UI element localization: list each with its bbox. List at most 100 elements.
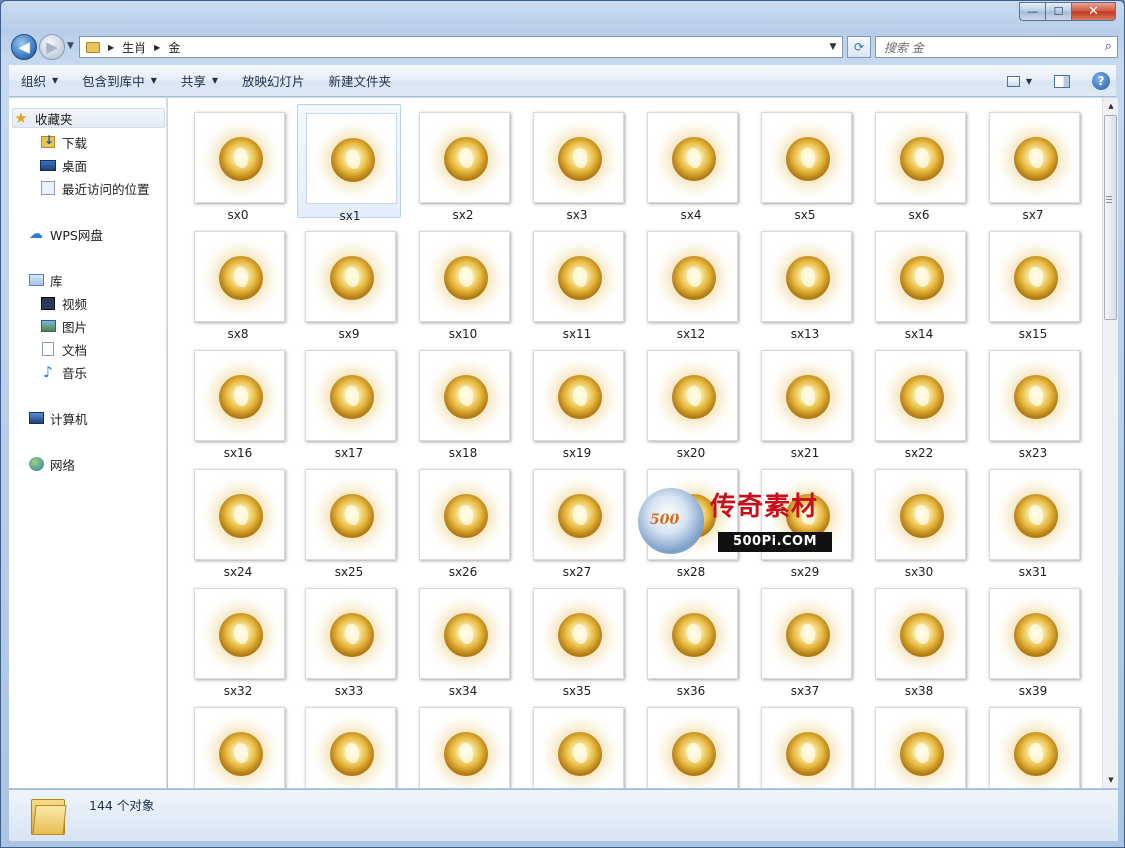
file-item[interactable]: sx19 <box>525 342 629 460</box>
file-item[interactable]: sx16 <box>186 342 290 460</box>
back-button[interactable]: ◀ <box>11 34 37 60</box>
file-item[interactable]: sx17 <box>297 342 401 460</box>
sidebar-item-desktop[interactable]: 桌面 <box>40 155 87 175</box>
scrollbar-thumb[interactable] <box>1104 115 1117 320</box>
file-item[interactable]: sx31 <box>981 461 1085 579</box>
file-thumbnail <box>194 469 285 560</box>
file-item[interactable]: sx0 <box>186 104 290 222</box>
file-item[interactable]: sx26 <box>411 461 515 579</box>
file-item[interactable]: sx33 <box>297 580 401 698</box>
sidebar-item-documents[interactable]: 文档 <box>40 339 87 359</box>
file-item[interactable]: sx21 <box>753 342 857 460</box>
file-item[interactable]: sx40 <box>186 699 290 788</box>
file-item[interactable]: sx32 <box>186 580 290 698</box>
file-item[interactable]: sx36 <box>639 580 743 698</box>
file-thumbnail <box>533 112 624 203</box>
file-item[interactable]: sx11 <box>525 223 629 341</box>
file-item[interactable]: sx45 <box>753 699 857 788</box>
file-item[interactable]: sx37 <box>753 580 857 698</box>
sidebar-item-pictures[interactable]: 图片 <box>40 316 87 336</box>
sidebar-item-label: 视频 <box>62 296 88 312</box>
preview-pane-icon[interactable] <box>1054 74 1070 88</box>
vertical-scrollbar[interactable]: ▲ ▼ <box>1102 98 1118 788</box>
desktop-icon <box>40 157 56 173</box>
file-item[interactable]: sx13 <box>753 223 857 341</box>
file-item[interactable]: sx14 <box>867 223 971 341</box>
file-item[interactable]: sx4 <box>639 104 743 222</box>
include-in-library-button[interactable]: 包含到库中 ▼ <box>70 65 169 97</box>
organize-button[interactable]: 组织 ▼ <box>9 65 70 97</box>
file-item[interactable]: sx12 <box>639 223 743 341</box>
forward-button[interactable]: ▶ <box>39 34 65 60</box>
file-item[interactable]: sx3 <box>525 104 629 222</box>
network-icon <box>28 456 44 472</box>
recent-pages-dropdown[interactable]: ▼ <box>67 41 74 51</box>
file-item[interactable]: sx5 <box>753 104 857 222</box>
scroll-down-icon[interactable]: ▼ <box>1103 772 1119 788</box>
sidebar-item-network[interactable]: 网络 <box>28 454 75 474</box>
search-input[interactable]: 搜索 金 ⌕ <box>875 36 1118 58</box>
sidebar-item-videos[interactable]: 视频 <box>40 293 87 313</box>
file-thumbnail <box>194 588 285 679</box>
file-item[interactable]: sx44 <box>639 699 743 788</box>
file-item[interactable]: sx20 <box>639 342 743 460</box>
search-icon[interactable]: ⌕ <box>1105 39 1112 54</box>
breadcrumb-item-jin[interactable]: 金 <box>168 39 180 56</box>
file-item[interactable]: sx35 <box>525 580 629 698</box>
chevron-down-icon[interactable]: ▼ <box>1026 77 1032 86</box>
gold-coin-icon <box>786 375 830 419</box>
file-item[interactable]: sx2 <box>411 104 515 222</box>
file-item[interactable]: sx22 <box>867 342 971 460</box>
file-item[interactable]: sx30 <box>867 461 971 579</box>
file-name: sx8 <box>227 327 249 341</box>
file-item[interactable]: sx46 <box>867 699 971 788</box>
file-item[interactable]: sx18 <box>411 342 515 460</box>
sidebar-item-music[interactable]: ♪ 音乐 <box>40 362 87 382</box>
file-thumbnail <box>533 350 624 441</box>
address-bar[interactable]: ▶ 生肖 ▶ 金 ▼ <box>79 36 843 58</box>
file-item[interactable]: sx43 <box>525 699 629 788</box>
slideshow-button[interactable]: 放映幻灯片 <box>230 65 317 97</box>
file-item[interactable]: sx39 <box>981 580 1085 698</box>
new-folder-button[interactable]: 新建文件夹 <box>317 65 404 97</box>
file-item[interactable]: sx9 <box>297 223 401 341</box>
file-item[interactable]: sx1 <box>297 104 401 223</box>
file-thumbnail <box>647 112 738 203</box>
file-item[interactable]: sx47 <box>981 699 1085 788</box>
sidebar-item-favorites[interactable]: ★ 收藏夹 <box>12 108 165 128</box>
chevron-right-icon[interactable]: ▶ <box>154 43 160 52</box>
file-item[interactable]: sx6 <box>867 104 971 222</box>
sidebar-item-recent[interactable]: 最近访问的位置 <box>40 178 150 198</box>
file-item[interactable]: sx8 <box>186 223 290 341</box>
file-item[interactable]: sx38 <box>867 580 971 698</box>
refresh-button[interactable]: ⟳ <box>847 36 871 58</box>
close-button[interactable]: ✕ <box>1072 2 1116 21</box>
sidebar-item-label: 最近访问的位置 <box>62 181 150 197</box>
gold-coin-icon <box>558 256 602 300</box>
minimize-button[interactable]: — <box>1019 2 1046 21</box>
sidebar-item-computer[interactable]: 计算机 <box>28 408 88 428</box>
file-item[interactable]: sx23 <box>981 342 1085 460</box>
chevron-right-icon[interactable]: ▶ <box>108 43 114 52</box>
file-item[interactable]: sx15 <box>981 223 1085 341</box>
maximize-button[interactable]: ☐ <box>1046 2 1072 21</box>
file-name: sx16 <box>223 446 253 460</box>
scroll-up-icon[interactable]: ▲ <box>1103 98 1119 114</box>
file-item[interactable]: sx41 <box>297 699 401 788</box>
help-icon[interactable]: ? <box>1092 72 1110 90</box>
file-item[interactable]: sx24 <box>186 461 290 579</box>
file-item[interactable]: sx10 <box>411 223 515 341</box>
file-item[interactable]: sx7 <box>981 104 1085 222</box>
sidebar-item-downloads[interactable]: 下载 <box>40 132 87 152</box>
change-view-icon[interactable] <box>1006 75 1020 87</box>
sidebar-item-libraries[interactable]: 库 <box>28 270 63 290</box>
file-item[interactable]: sx25 <box>297 461 401 579</box>
chevron-down-icon: ▼ <box>150 76 157 85</box>
file-item[interactable]: sx27 <box>525 461 629 579</box>
sidebar-item-wps[interactable]: ☁ WPS网盘 <box>28 224 103 244</box>
breadcrumb-item-shengxiao[interactable]: 生肖 <box>122 39 146 56</box>
file-item[interactable]: sx42 <box>411 699 515 788</box>
address-dropdown-button[interactable]: ▼ <box>824 37 842 57</box>
share-button[interactable]: 共享 ▼ <box>169 65 230 97</box>
file-item[interactable]: sx34 <box>411 580 515 698</box>
